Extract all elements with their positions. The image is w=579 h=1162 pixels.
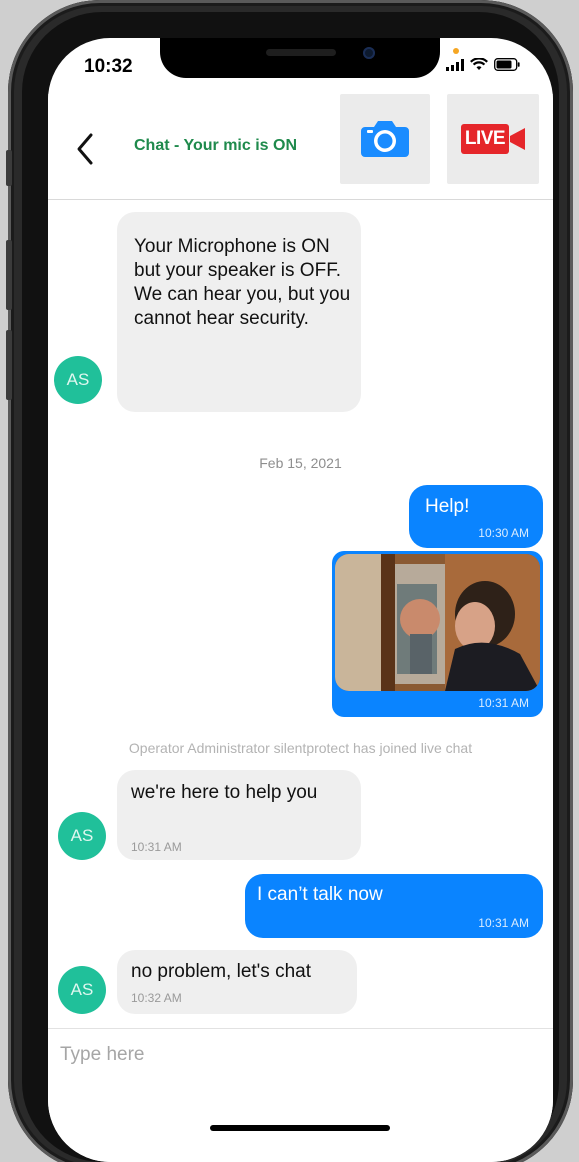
message-time: 10:31 AM	[478, 696, 529, 710]
chat-title: Chat - Your mic is ON	[134, 137, 297, 154]
app-stage: 10:32 Chat - Your mic is ON LIVE AS Your…	[0, 0, 579, 1162]
camera-icon	[361, 121, 409, 157]
privacy-indicator-dot	[453, 48, 459, 54]
message-text: Your Microphone is ON but your speaker i…	[134, 236, 351, 329]
camera-button[interactable]	[340, 94, 430, 184]
message-time: 10:30 AM	[478, 526, 529, 540]
back-chevron-icon[interactable]	[74, 132, 96, 166]
date-separator: Feb 15, 2021	[259, 455, 342, 471]
phone-screen: 10:32 Chat - Your mic is ON LIVE AS Your…	[48, 38, 553, 1162]
battery-icon	[494, 58, 520, 71]
chat-header: Chat - Your mic is ON LIVE	[48, 94, 553, 200]
incoming-message: no problem, let's chat 10:32 AM	[117, 950, 357, 1014]
message-input[interactable]	[60, 1039, 530, 1071]
outgoing-message: I can’t talk now 10:31 AM	[245, 874, 543, 938]
front-camera	[363, 47, 375, 59]
avatar: AS	[58, 966, 106, 1014]
message-text: we're here to help you	[131, 782, 318, 803]
earpiece	[266, 49, 336, 56]
status-time: 10:32	[84, 56, 133, 77]
mute-switch	[6, 150, 12, 186]
incoming-message: we're here to help you 10:31 AM	[117, 770, 361, 860]
volume-up-button	[6, 240, 12, 310]
attached-photo	[335, 554, 540, 691]
live-video-icon: LIVE	[461, 124, 525, 154]
message-composer	[48, 1028, 553, 1162]
live-video-button[interactable]: LIVE	[447, 94, 539, 184]
avatar: AS	[54, 356, 102, 404]
message-time: 10:32 AM	[131, 991, 182, 1005]
status-icons	[446, 58, 520, 71]
incoming-message: Your Microphone is ON but your speaker i…	[117, 212, 361, 412]
wifi-icon	[470, 58, 488, 70]
chat-thread[interactable]: AS Your Microphone is ON but your speake…	[48, 200, 553, 1028]
video-camera-icon	[510, 128, 525, 150]
outgoing-message: Help! 10:30 AM	[409, 485, 543, 548]
message-text: Help!	[425, 496, 470, 517]
volume-down-button	[6, 330, 12, 400]
signal-icon	[446, 58, 464, 71]
message-text: I can’t talk now	[257, 884, 383, 905]
live-label: LIVE	[461, 124, 509, 154]
message-time: 10:31 AM	[478, 916, 529, 930]
system-notice: Operator Administrator silentprotect has…	[128, 740, 473, 756]
message-text: no problem, let's chat	[131, 961, 311, 982]
home-indicator[interactable]	[210, 1125, 390, 1131]
notch	[160, 38, 440, 78]
outgoing-image-message[interactable]: 10:31 AM	[332, 551, 543, 717]
message-time: 10:31 AM	[131, 840, 182, 854]
avatar: AS	[58, 812, 106, 860]
